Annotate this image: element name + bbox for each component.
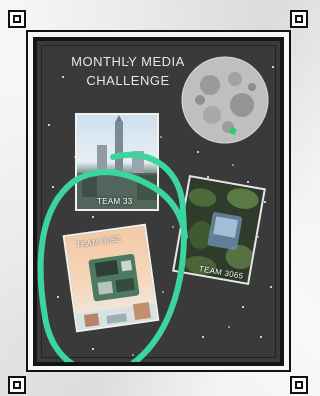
resize-handle-top-left[interactable] [8,10,26,28]
resize-handle-top-right[interactable] [290,10,308,28]
media-challenge-poster[interactable]: MONTHLY MEDIA CHALLENGE TEAM 33 TEAM 306… [33,37,284,366]
resize-handle-bottom-right[interactable] [290,376,308,394]
green-scribble-annotation [37,151,188,362]
resize-handle-bottom-left[interactable] [8,376,26,394]
